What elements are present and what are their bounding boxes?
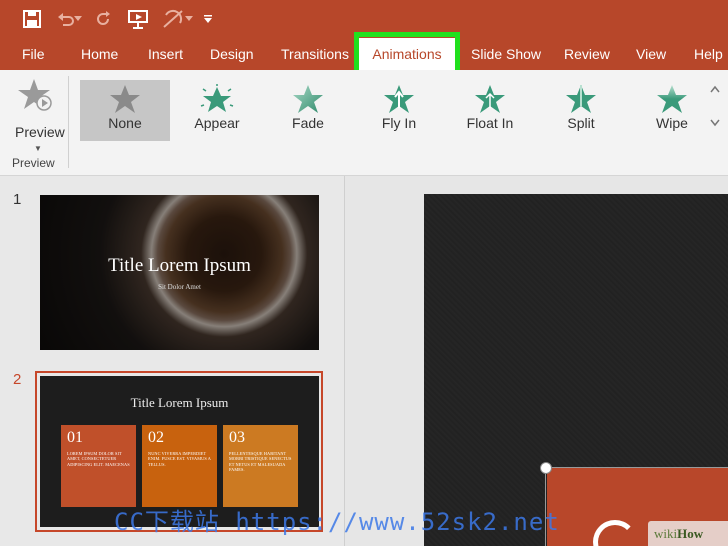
wikihow-text-b: How — [677, 526, 704, 541]
tab-review[interactable]: Review — [564, 38, 610, 70]
slide-box-2: 02 NUNC VIVERRA IMPERDIET ENIM. FUSCE ES… — [142, 425, 217, 507]
tab-view[interactable]: View — [636, 38, 666, 70]
animation-none[interactable]: None — [80, 80, 170, 141]
animation-fade[interactable]: Fade — [263, 80, 353, 141]
slide-thumbnails-pane[interactable]: 1 Title Lorem Ipsum Sit Dolor Amet 2 Tit… — [0, 176, 345, 546]
selection-border — [545, 467, 728, 468]
preview-button[interactable]: Preview ▼ — [4, 76, 65, 154]
tab-insert[interactable]: Insert — [148, 38, 183, 70]
wikihow-text-a: wiki — [654, 526, 678, 541]
undo-dropdown-icon[interactable] — [72, 6, 84, 32]
tab-highlight-box — [354, 32, 460, 75]
touch-dropdown-icon[interactable] — [183, 6, 195, 32]
animation-label: Wipe — [656, 115, 688, 131]
slide-box-3: 03 PELLENTESQUE HABITANT MORBI TRISTIQUE… — [223, 425, 298, 507]
tab-help[interactable]: Help — [694, 38, 723, 70]
box-text: PELLENTESQUE HABITANT MORBI TRISTIQUE SE… — [229, 451, 292, 472]
fade-star-icon — [293, 85, 323, 113]
tab-slide-show[interactable]: Slide Show — [471, 38, 541, 70]
site-watermark: CC下载站 https://www.52sk2.net — [114, 508, 560, 536]
animation-label: Appear — [194, 115, 240, 131]
box-text: LOREM IPSUM DOLOR SIT AMET, CONSECTETUER… — [67, 451, 130, 467]
box-number: 02 — [148, 429, 164, 446]
animations-ribbon: Preview ▼ Preview None Appear Fade Fly I… — [0, 70, 728, 176]
animation-float-in[interactable]: Float In — [445, 80, 535, 141]
preview-dropdown-icon[interactable]: ▼ — [34, 144, 42, 153]
box-text: NUNC VIVERRA IMPERDIET ENIM. FUSCE EST. … — [148, 451, 211, 467]
animation-fly-in[interactable]: Fly In — [354, 80, 444, 141]
tab-transitions[interactable]: Transitions — [281, 38, 349, 70]
slide-box-1: 01 LOREM IPSUM DOLOR SIT AMET, CONSECTET… — [61, 425, 136, 507]
preview-group-label: Preview — [12, 156, 55, 170]
redo-icon[interactable] — [90, 6, 116, 32]
tab-file[interactable]: File — [22, 38, 45, 70]
slide-title: Title Lorem Ipsum — [108, 255, 251, 276]
float-in-star-icon — [475, 85, 505, 113]
slide-title: Title Lorem Ipsum — [130, 395, 229, 410]
box-number: 01 — [67, 429, 83, 446]
group-separator — [68, 76, 69, 168]
fly-in-star-icon — [384, 85, 414, 113]
animation-label: None — [108, 115, 142, 131]
save-icon[interactable] — [19, 6, 45, 32]
animation-appear[interactable]: Appear — [172, 80, 262, 141]
tab-home[interactable]: Home — [81, 38, 118, 70]
animation-wipe[interactable]: Wipe — [627, 80, 717, 141]
box-number: 03 — [229, 429, 245, 446]
wikihow-watermark: wikiHow — [648, 521, 728, 546]
slide-number: 1 — [13, 191, 22, 208]
animation-label: Fade — [292, 115, 324, 131]
animation-label: Fly In — [381, 115, 417, 131]
animation-split[interactable]: Split — [536, 80, 626, 141]
slide-thumbnail-1[interactable]: Title Lorem Ipsum Sit Dolor Amet — [40, 195, 319, 350]
preview-label: Preview — [15, 124, 65, 140]
preview-star-icon — [18, 79, 52, 111]
gallery-scroll[interactable] — [707, 80, 723, 150]
resize-handle[interactable] — [540, 462, 552, 474]
animation-label: Split — [567, 115, 595, 131]
tab-design[interactable]: Design — [210, 38, 254, 70]
present-from-start-icon[interactable] — [125, 6, 151, 32]
none-star-icon — [110, 85, 140, 113]
customize-toolbar-icon[interactable] — [200, 6, 216, 32]
slide-subtitle: Sit Dolor Amet — [158, 283, 201, 291]
split-star-icon — [566, 85, 596, 113]
animation-label: Float In — [466, 115, 514, 131]
wipe-star-icon — [657, 85, 687, 113]
slide-number: 2 — [13, 371, 22, 388]
appear-star-icon — [200, 84, 234, 112]
